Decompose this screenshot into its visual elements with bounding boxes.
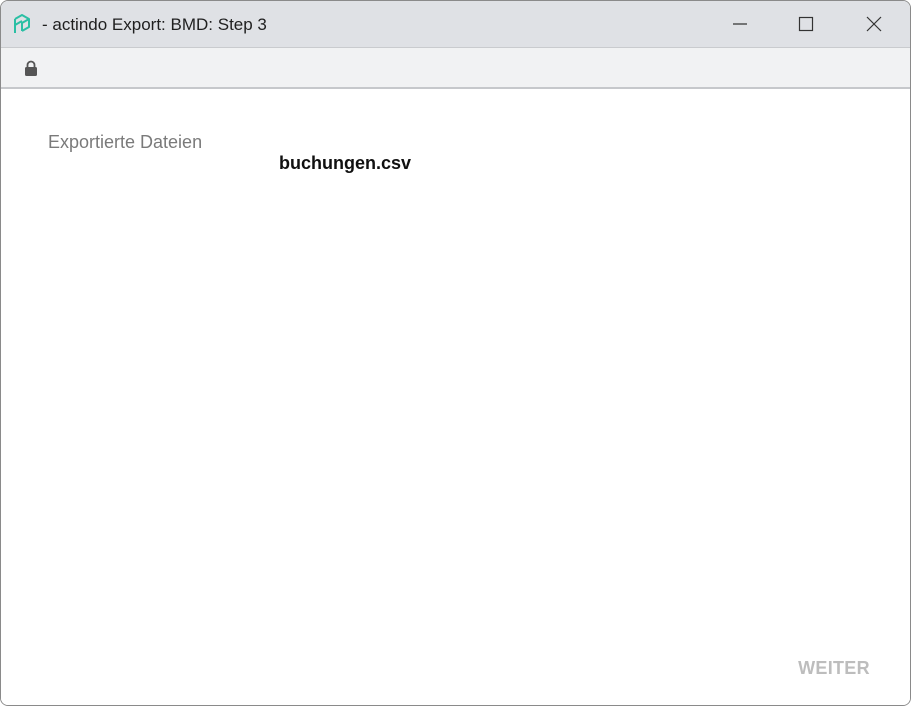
- close-icon: [866, 16, 882, 32]
- address-bar: [1, 47, 910, 89]
- actindo-logo-icon: [14, 14, 30, 33]
- minimize-icon: [733, 23, 747, 25]
- exported-file-name: buchungen.csv: [279, 153, 412, 173]
- maximize-icon: [798, 16, 814, 32]
- minimize-button[interactable]: [707, 1, 773, 47]
- exported-files-label: Exportierte Dateien: [48, 132, 203, 152]
- main-content: Exportierte Dateien buchungen.csv WEITER: [1, 91, 910, 705]
- window-title: - actindo Export: BMD: Step 3: [42, 15, 267, 34]
- lock-icon: [25, 60, 37, 76]
- next-button[interactable]: WEITER: [781, 651, 887, 685]
- title-bar[interactable]: - actindo Export: BMD: Step 3: [1, 1, 910, 47]
- close-button[interactable]: [841, 1, 907, 47]
- maximize-button[interactable]: [773, 1, 839, 47]
- app-window: - actindo Export: BMD: Step 3 Exportiert…: [0, 0, 911, 706]
